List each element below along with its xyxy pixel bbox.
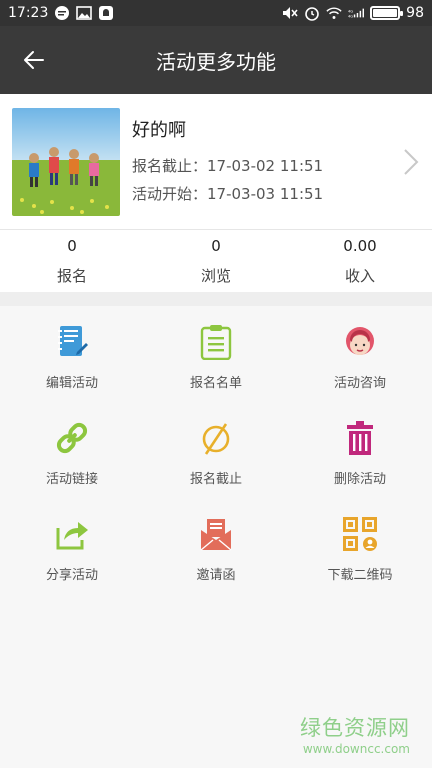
download-qr-button[interactable]: 下载二维码 bbox=[288, 498, 432, 594]
signup-list-button[interactable]: 报名名单 bbox=[144, 306, 288, 402]
stat-views[interactable]: 0 浏览 bbox=[144, 230, 288, 292]
stat-label: 收入 bbox=[344, 266, 375, 285]
stat-value: 0.00 bbox=[343, 236, 377, 255]
stat-value: 0 bbox=[211, 236, 221, 255]
deadline-label: 报名截止： bbox=[132, 156, 208, 175]
start-label: 活动开始： bbox=[132, 184, 208, 203]
link-icon bbox=[52, 418, 92, 458]
status-bar: 17:23 4G 4G 98 bbox=[0, 0, 432, 26]
alarm-icon bbox=[304, 6, 320, 21]
share-icon bbox=[52, 514, 92, 554]
battery-percent: 98 bbox=[406, 5, 424, 21]
action-grid: 编辑活动 报名名单 活动咨询 活动链接 报名截止 删除活动 分享活动 邀请函 下… bbox=[0, 306, 432, 594]
support-agent-icon bbox=[340, 322, 380, 362]
stat-value: 0 bbox=[67, 236, 77, 255]
edit-notebook-icon bbox=[52, 322, 92, 362]
page-title: 活动更多功能 bbox=[156, 49, 276, 74]
stat-label: 浏览 bbox=[200, 266, 231, 285]
close-signup-button[interactable]: 报名截止 bbox=[144, 402, 288, 498]
action-label: 删除活动 bbox=[333, 472, 386, 487]
event-thumbnail bbox=[12, 107, 120, 216]
signal-icon: 4G 4G bbox=[348, 6, 365, 20]
qr-code-icon bbox=[340, 514, 380, 554]
stat-signups[interactable]: 0 报名 bbox=[0, 230, 144, 292]
activity-inquiry-button[interactable]: 活动咨询 bbox=[288, 306, 432, 402]
event-deadline: 报名截止： 17-03-02 11:51 bbox=[132, 152, 323, 180]
clipboard-list-icon bbox=[196, 322, 236, 362]
event-card[interactable]: 好的啊 报名截止： 17-03-02 11:51 活动开始： 17-03-03 … bbox=[0, 94, 432, 230]
arrow-left-icon bbox=[24, 51, 44, 69]
action-label: 下载二维码 bbox=[327, 568, 393, 583]
message-icon bbox=[54, 6, 70, 20]
action-label: 邀请函 bbox=[196, 568, 236, 583]
stat-label: 报名 bbox=[56, 266, 87, 285]
chevron-right-icon bbox=[404, 149, 419, 175]
notification-icon bbox=[98, 6, 114, 20]
stats-row: 0 报名 0 浏览 0.00 收入 bbox=[0, 230, 432, 292]
edit-activity-button[interactable]: 编辑活动 bbox=[0, 306, 144, 402]
battery-icon bbox=[370, 6, 404, 20]
event-title: 好的啊 bbox=[132, 119, 186, 141]
image-icon bbox=[76, 6, 93, 20]
action-label: 报名截止 bbox=[189, 472, 242, 487]
invitation-button[interactable]: 邀请函 bbox=[144, 498, 288, 594]
action-label: 报名名单 bbox=[189, 376, 242, 391]
action-label: 活动链接 bbox=[45, 472, 98, 487]
stat-income[interactable]: 0.00 收入 bbox=[288, 230, 432, 292]
prohibited-icon bbox=[196, 418, 236, 458]
event-start: 活动开始： 17-03-03 11:51 bbox=[132, 180, 323, 208]
deadline-value: 17-03-02 11:51 bbox=[207, 156, 324, 175]
section-divider bbox=[0, 292, 432, 306]
wifi-icon bbox=[326, 6, 342, 20]
start-value: 17-03-03 11:51 bbox=[207, 184, 324, 203]
delete-activity-button[interactable]: 删除活动 bbox=[288, 402, 432, 498]
trash-icon bbox=[340, 418, 380, 458]
mute-icon bbox=[282, 6, 298, 20]
action-label: 分享活动 bbox=[45, 568, 98, 583]
watermark-brand: 绿色资源网 bbox=[300, 716, 410, 740]
action-label: 编辑活动 bbox=[45, 376, 98, 391]
watermark-url: www.downcc.com bbox=[302, 742, 410, 756]
activity-link-button[interactable]: 活动链接 bbox=[0, 402, 144, 498]
back-button[interactable] bbox=[20, 46, 48, 74]
status-time: 17:23 bbox=[8, 5, 49, 21]
watermark: 绿色资源网 www.downcc.com bbox=[300, 712, 410, 756]
svg-text:4G: 4G bbox=[348, 14, 353, 18]
envelope-icon bbox=[196, 514, 236, 554]
title-bar: 活动更多功能 bbox=[0, 26, 432, 94]
share-activity-button[interactable]: 分享活动 bbox=[0, 498, 144, 594]
action-label: 活动咨询 bbox=[333, 376, 386, 391]
svg-text:4G: 4G bbox=[348, 9, 353, 13]
